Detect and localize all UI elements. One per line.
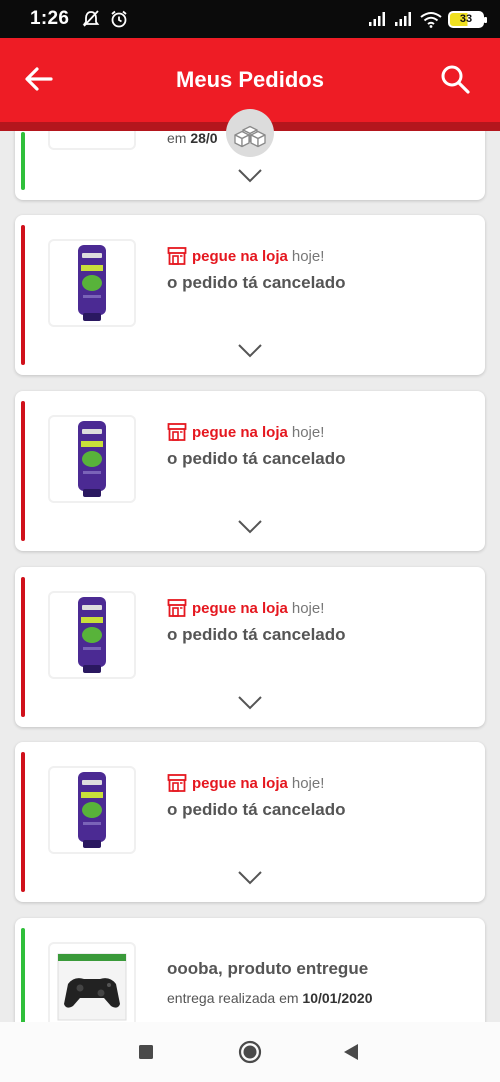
- delivery-date: 10/01/2020: [302, 990, 373, 1006]
- status-bar: 1:26 33: [0, 0, 500, 38]
- order-date: em 28/0: [167, 130, 218, 146]
- order-status: o pedido tá cancelado: [167, 449, 346, 468]
- triangle-back-icon: [344, 1044, 358, 1060]
- pickup-info: pegue na loja hoje!: [167, 598, 324, 618]
- pickup-when: hoje!: [291, 247, 325, 265]
- pickup-label: pegue na loja: [192, 423, 288, 441]
- order-card[interactable]: pegue na loja hoje! o pedido tá cancelad…: [15, 215, 485, 375]
- controller-box-image: [57, 953, 127, 1021]
- battery-indicator: 33: [448, 10, 487, 28]
- alarm-icon: [111, 10, 127, 28]
- status-notification-icons: [81, 9, 129, 29]
- store-icon: [167, 599, 187, 617]
- wifi-icon: [420, 11, 442, 28]
- store-icon: [167, 423, 187, 441]
- boxes-icon: [234, 125, 266, 148]
- chevron-down-icon[interactable]: [237, 870, 263, 886]
- order-status: o pedido tá cancelado: [167, 273, 346, 292]
- pickup-when: hoje!: [291, 423, 325, 441]
- shampoo-bottle-image: [78, 597, 106, 673]
- pickup-info: pegue na loja hoje!: [167, 246, 324, 266]
- order-date-value: 28/0: [190, 130, 218, 146]
- status-stripe-delivered: [21, 132, 25, 190]
- status-stripe-cancelled: [21, 225, 25, 365]
- order-card[interactable]: pegue na loja hoje! o pedido tá cancelad…: [15, 567, 485, 727]
- product-thumbnail: [48, 239, 136, 327]
- chevron-down-icon[interactable]: [237, 695, 263, 711]
- back-button[interactable]: [22, 62, 56, 96]
- shampoo-bottle-image: [78, 245, 106, 321]
- store-icon: [167, 247, 187, 265]
- system-nav-bar: [0, 1022, 500, 1082]
- order-type-badge: [226, 109, 274, 157]
- recents-button[interactable]: [138, 1044, 154, 1065]
- delivery-info: entrega realizada em 10/01/2020: [167, 990, 373, 1006]
- pickup-info: pegue na loja hoje!: [167, 422, 324, 442]
- order-status: o pedido tá cancelado: [167, 800, 346, 819]
- product-thumbnail: [48, 415, 136, 503]
- chevron-down-icon[interactable]: [237, 168, 263, 184]
- order-status: o pedido tá cancelado: [167, 625, 346, 644]
- circle-icon: [238, 1040, 262, 1064]
- arrow-left-icon: [25, 67, 53, 91]
- status-stripe-cancelled: [21, 577, 25, 717]
- pickup-label: pegue na loja: [192, 599, 288, 617]
- page-title: Meus Pedidos: [176, 67, 324, 92]
- order-status: oooba, produto entregue: [167, 959, 369, 978]
- signal-icon-2: [395, 12, 411, 26]
- pickup-label: pegue na loja: [192, 774, 288, 792]
- order-date-prefix: em: [167, 130, 187, 146]
- order-card[interactable]: pegue na loja hoje! o pedido tá cancelad…: [15, 391, 485, 551]
- bell-muted-icon: [82, 10, 100, 27]
- product-thumbnail: [48, 591, 136, 679]
- order-card[interactable]: pegue na loja hoje! o pedido tá cancelad…: [15, 742, 485, 902]
- signal-icon: [369, 12, 385, 26]
- search-button[interactable]: [438, 62, 472, 96]
- status-stripe-cancelled: [21, 752, 25, 892]
- search-icon: [441, 65, 470, 94]
- product-thumbnail: [48, 942, 136, 1030]
- pickup-label: pegue na loja: [192, 247, 288, 265]
- chevron-down-icon[interactable]: [237, 343, 263, 359]
- square-icon: [139, 1045, 153, 1059]
- status-system-icons: 33: [368, 10, 487, 28]
- chevron-down-icon[interactable]: [237, 519, 263, 535]
- pickup-when: hoje!: [291, 599, 325, 617]
- shampoo-bottle-image: [78, 772, 106, 848]
- back-nav-button[interactable]: [343, 1043, 359, 1066]
- shampoo-bottle-image: [78, 421, 106, 497]
- delivery-prefix: entrega realizada em: [167, 990, 299, 1006]
- pickup-info: pegue na loja hoje!: [167, 773, 324, 793]
- home-button[interactable]: [238, 1040, 262, 1069]
- status-stripe-cancelled: [21, 401, 25, 541]
- pickup-when: hoje!: [291, 774, 325, 792]
- status-time: 1:26: [30, 8, 70, 29]
- product-thumbnail: [48, 766, 136, 854]
- store-icon: [167, 774, 187, 792]
